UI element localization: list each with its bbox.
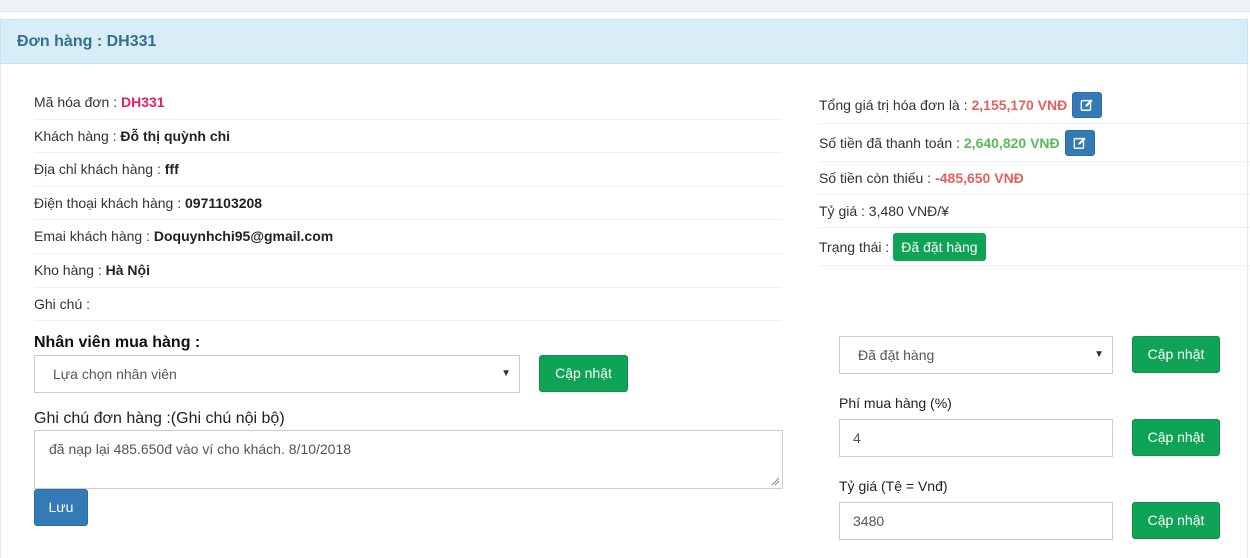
fee-label: Phí mua hàng (%): [839, 395, 952, 411]
total-value: 2,155,170 VNĐ: [971, 96, 1068, 113]
rate-label: Tỷ giá (Tệ = Vnđ): [839, 478, 948, 494]
info-row-customer: Khách hàng : Đỗ thị quỳnh chi: [34, 120, 782, 154]
rate-update-button[interactable]: Cập nhật: [1132, 502, 1220, 539]
summary-total-row: Tổng giá trị hóa đơn là : 2,155,170 VNĐ: [819, 86, 1250, 124]
remaining-value: -485,650 VNĐ: [935, 170, 1024, 186]
customer-phone: 0971103208: [185, 194, 263, 211]
order-info-list: Mã hóa đơn : DH331 Khách hàng : Đỗ thị q…: [34, 86, 782, 322]
customer-email: Doquynhchi95@gmail.com: [153, 228, 334, 245]
info-label: Ghi chú :: [34, 295, 91, 312]
info-label: Địa chỉ khách hàng :: [34, 161, 165, 178]
total-label: Tổng giá trị hóa đơn là :: [819, 96, 968, 113]
order-summary: Tổng giá trị hóa đơn là : 2,155,170 VNĐ …: [819, 86, 1250, 266]
internal-note-label: Ghi chú đơn hàng :(Ghi chú nội bộ): [34, 410, 285, 427]
info-label: Điện thoại khách hàng :: [34, 194, 185, 211]
resize-grip-icon[interactable]: [770, 476, 780, 486]
invoice-code: DH331: [121, 94, 165, 110]
status-select-value: Đã đặt hàng: [858, 347, 935, 363]
status-label: Trạng thái :: [819, 238, 890, 255]
customer-address: fff: [164, 161, 179, 178]
info-row-email: Emai khách hàng : Doquynhchi95@gmail.com: [34, 220, 782, 254]
summary-paid-row: Số tiền đã thanh toán : 2,640,820 VNĐ: [819, 124, 1250, 162]
fee-input[interactable]: 4: [839, 419, 1113, 457]
status-update-button[interactable]: Cập nhật: [1132, 336, 1220, 373]
staff-section-title: Nhân viên mua hàng :: [34, 334, 201, 351]
summary-rate-row: Tỷ giá : 3,480 VNĐ/¥: [819, 195, 1250, 228]
status-select[interactable]: Đã đặt hàng ▼: [839, 336, 1113, 374]
fee-update-button[interactable]: Cập nhật: [1132, 419, 1220, 456]
rate-input[interactable]: 3480: [839, 502, 1113, 540]
caret-down-icon: ▼: [501, 368, 511, 379]
customer-name: Đỗ thị quỳnh chi: [120, 127, 231, 144]
top-strip: [0, 0, 1250, 12]
remaining-label: Số tiền còn thiếu :: [819, 170, 932, 186]
status-badge: Đã đặt hàng: [893, 232, 986, 261]
info-row-address: Địa chỉ khách hàng : fff: [34, 153, 782, 187]
paid-value: 2,640,820 VNĐ: [963, 134, 1060, 151]
staff-select[interactable]: Lựa chọn nhân viên ▼: [34, 355, 520, 393]
info-row-phone: Điện thoại khách hàng : 0971103208: [34, 187, 782, 221]
edit-icon: [1080, 98, 1093, 111]
summary-remaining-row: Số tiền còn thiếu : -485,650 VNĐ: [819, 162, 1250, 195]
internal-note-textarea[interactable]: đã nạp lại 485.650đ vào ví cho khách. 8/…: [34, 430, 783, 489]
info-label: Mã hóa đơn :: [34, 94, 122, 110]
edit-total-button[interactable]: [1072, 91, 1103, 118]
info-label: Emai khách hàng :: [34, 228, 154, 245]
edit-icon: [1073, 136, 1086, 149]
save-note-button[interactable]: Lưu: [34, 489, 88, 526]
edit-paid-button[interactable]: [1064, 129, 1095, 156]
page-title: Đơn hàng : DH331: [0, 19, 1248, 64]
info-label: Khách hàng :: [34, 127, 121, 144]
paid-label: Số tiền đã thanh toán :: [819, 134, 960, 151]
staff-select-value: Lựa chọn nhân viên: [53, 366, 177, 382]
rate-text: Tỷ giá : 3,480 VNĐ/¥: [819, 203, 949, 219]
staff-update-button[interactable]: Cập nhật: [539, 355, 628, 392]
info-row-invoice-code: Mã hóa đơn : DH331: [34, 86, 782, 120]
panel-border: [0, 64, 1, 558]
caret-down-icon: ▼: [1094, 349, 1104, 360]
info-row-warehouse: Kho hàng : Hà Nội: [34, 254, 782, 288]
warehouse: Hà Nội: [105, 261, 150, 278]
info-label: Kho hàng :: [34, 261, 106, 278]
summary-status-row: Trạng thái : Đã đặt hàng: [819, 228, 1250, 266]
info-row-note: Ghi chú :: [34, 288, 782, 322]
